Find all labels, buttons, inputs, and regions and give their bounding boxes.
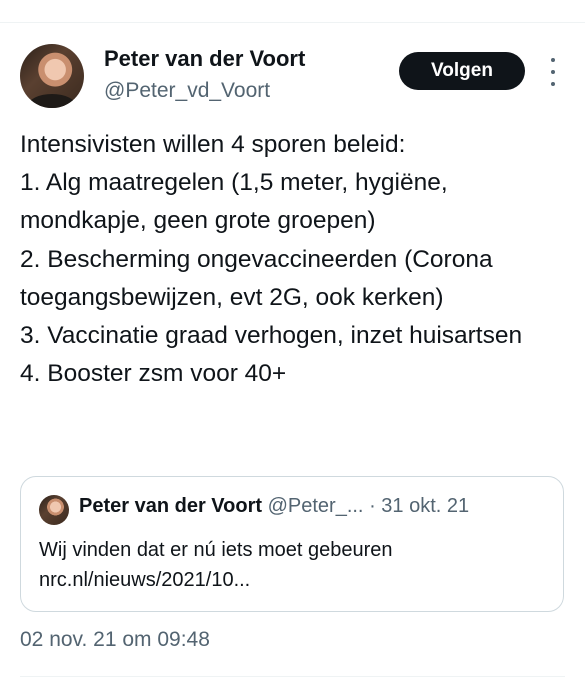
avatar-shoulders <box>28 94 76 108</box>
more-dot <box>551 70 555 74</box>
top-divider <box>0 22 585 23</box>
author-handle[interactable]: @Peter_vd_Voort <box>104 79 270 103</box>
tweet-timestamp[interactable]: 02 nov. 21 om 09:48 <box>20 628 210 652</box>
bottom-divider <box>20 676 565 677</box>
quoted-tweet-date: 31 okt. 21 <box>381 495 470 517</box>
more-dot <box>551 82 555 86</box>
quoted-tweet-header: Peter van der Voort @Peter_... · 31 okt.… <box>79 495 469 518</box>
more-dot <box>551 58 555 62</box>
quoted-author-name: Peter van der Voort <box>79 495 263 517</box>
quoted-tweet-body: Wij vinden dat er nú iets moet gebeuren … <box>39 535 393 595</box>
follow-button[interactable]: Volgen <box>399 52 525 90</box>
quoted-separator: · <box>369 495 376 517</box>
quoted-tweet-card[interactable]: Peter van der Voort @Peter_... · 31 okt.… <box>20 476 564 612</box>
quoted-author-handle: @Peter_... <box>267 495 364 517</box>
quoted-author-avatar <box>39 495 69 525</box>
more-vertical-icon[interactable] <box>545 58 561 86</box>
tweet-text: Intensivisten willen 4 sporen beleid: 1.… <box>20 131 523 388</box>
quoted-tweet-text: Wij vinden dat er nú iets moet gebeuren <box>39 539 393 561</box>
author-avatar[interactable] <box>20 44 84 108</box>
quoted-tweet-link[interactable]: nrc.nl/nieuws/2021/10... <box>39 565 393 595</box>
author-display-name[interactable]: Peter van der Voort <box>104 46 305 72</box>
